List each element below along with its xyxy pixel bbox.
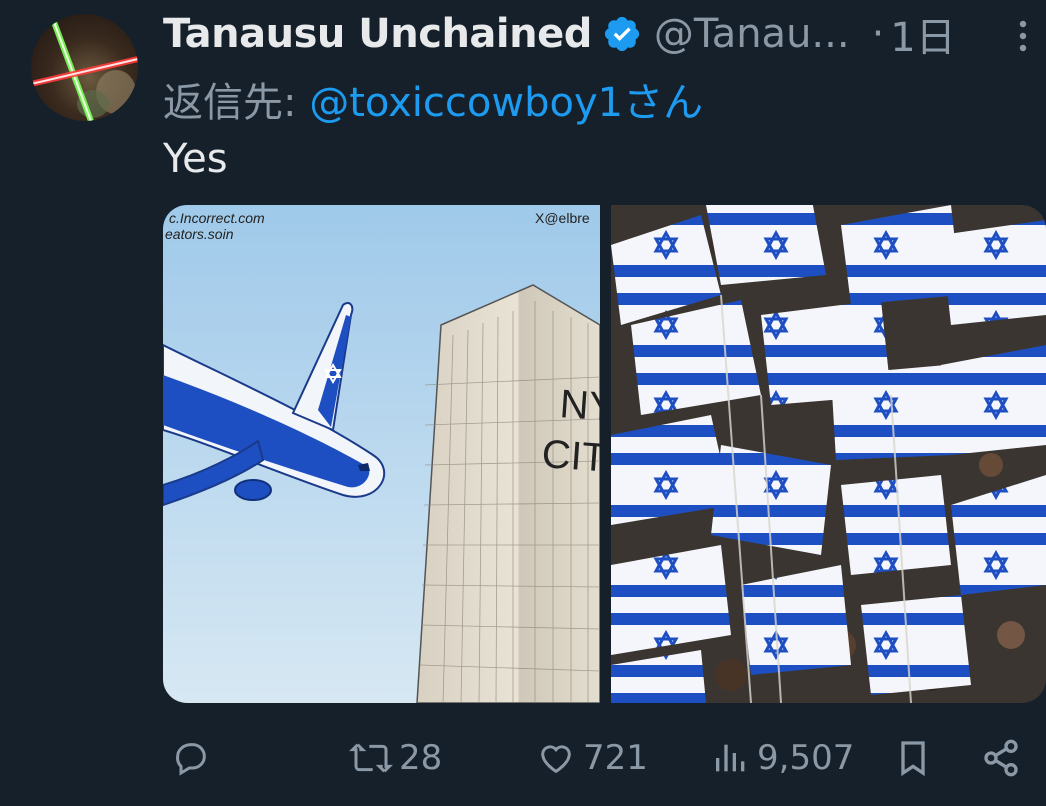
retweet-icon (349, 743, 393, 772)
watermark-line-1: c.Incorrect.com (169, 210, 265, 226)
like-count: 721 (583, 737, 648, 778)
tweet-text: Yes (163, 136, 228, 182)
like-icon (541, 744, 571, 773)
corner-tag: X@elbre (535, 210, 590, 226)
media-image-left[interactable]: NY CITY c.Incorrect.com eators.soin X@el… (163, 205, 600, 703)
action-bar: 28 721 9,507 (163, 730, 1033, 785)
avatar[interactable] (31, 14, 138, 121)
reply-button[interactable] (171, 730, 211, 785)
views-icon (716, 744, 745, 771)
reply-prefix: 返信先: (163, 80, 310, 126)
media-grid: NY CITY c.Incorrect.com eators.soin X@el… (163, 205, 1046, 703)
share-button[interactable] (981, 730, 1021, 785)
reply-icon (176, 742, 206, 776)
author-handle[interactable]: @Tanau... (654, 11, 850, 57)
bookmark-icon (901, 740, 925, 776)
building-text-city: CITY (540, 432, 600, 482)
views-button[interactable]: 9,507 (711, 730, 854, 785)
like-button[interactable]: 721 (535, 730, 648, 785)
views-count: 9,507 (757, 737, 855, 778)
retweet-button[interactable]: 28 (349, 730, 442, 785)
separator-dot: · (871, 11, 885, 57)
media-image-right[interactable] (611, 205, 1046, 703)
reply-context: 返信先: @toxiccowboy1さん (163, 70, 703, 128)
author-name[interactable]: Tanausu Unchained (163, 11, 592, 57)
timestamp[interactable]: 1日 (890, 5, 955, 63)
tweet-header: Tanausu Unchained @Tanau... · 1日 (163, 5, 1033, 63)
bookmark-button[interactable] (893, 730, 933, 785)
more-icon[interactable] (1013, 18, 1033, 54)
watermark-line-2: eators.soin (165, 226, 234, 242)
retweet-count: 28 (399, 737, 443, 778)
building-text-ny: NY (558, 382, 600, 430)
share-icon (984, 739, 1018, 776)
reply-target-link[interactable]: @toxiccowboy1さん (309, 80, 703, 126)
verified-badge-icon[interactable] (602, 14, 642, 54)
